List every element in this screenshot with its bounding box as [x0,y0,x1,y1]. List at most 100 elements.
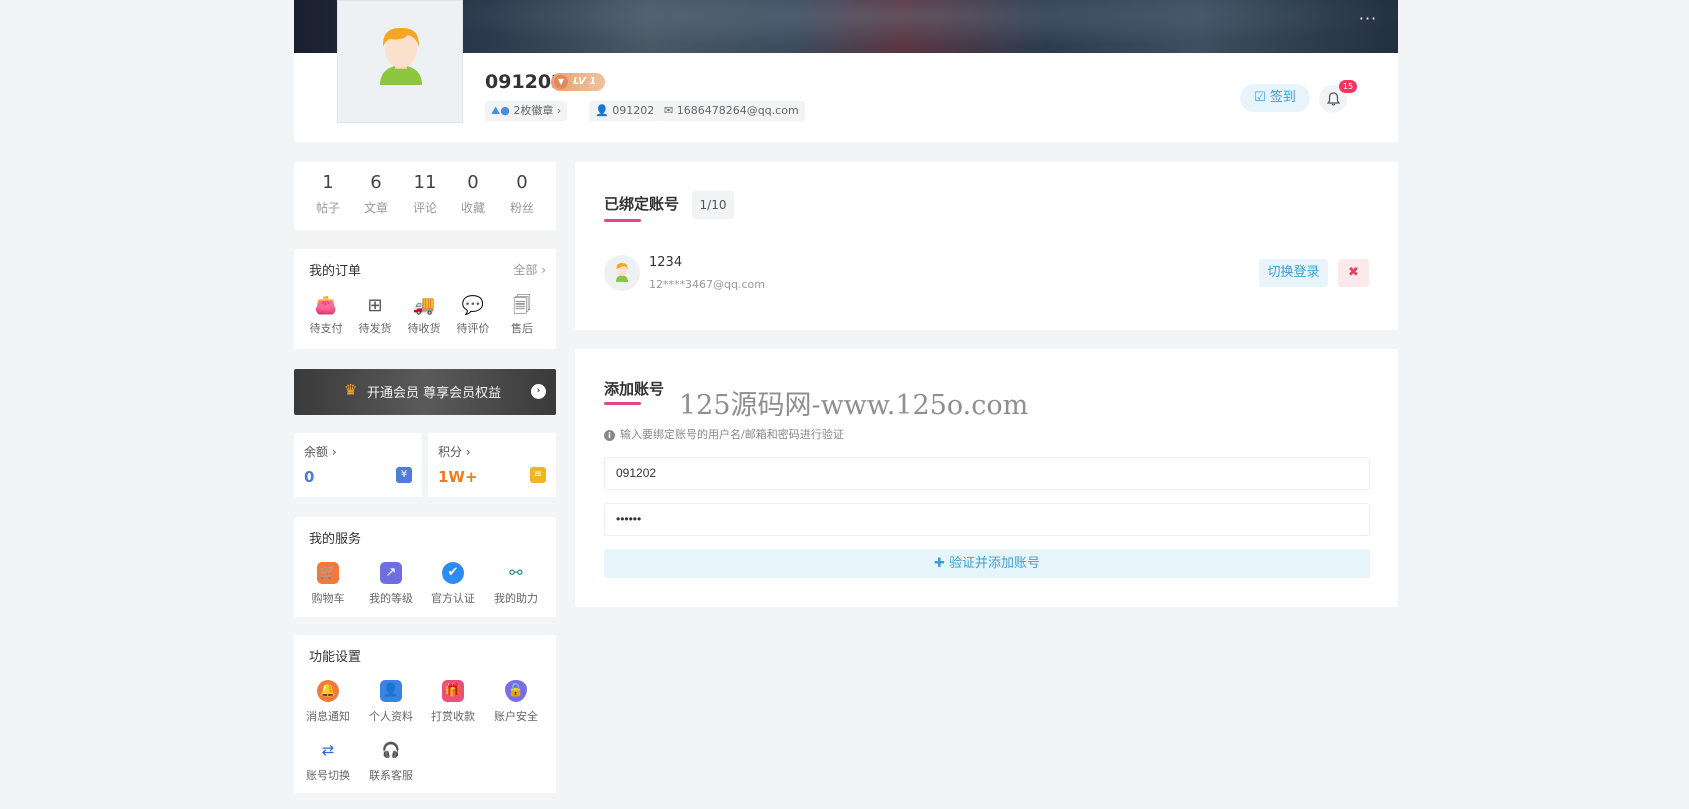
chevron-right-icon: › [556,104,562,117]
stat-value: 11 [413,172,437,193]
orders-card: 我的订单 全部 › 👛 待支付 ⊞ 待发货 🚚 待收货 💬 待评价 🗐 售后 [294,249,556,349]
setting-switch-account[interactable]: ⇄ 账号切换 [298,739,358,783]
service-label: 我的助力 [494,592,538,605]
user-id-chip: 👤 091202 [589,101,661,121]
shield-icon: 🔒 [505,680,527,702]
avatar-icon [616,263,628,282]
service-label: 我的等级 [369,592,413,605]
more-icon[interactable]: ··· [1357,11,1379,32]
order-after-sales[interactable]: 🗐 售后 [498,295,546,336]
balance-value: 0 [304,468,315,486]
points-value: 1W+ [438,468,478,486]
orders-all-link[interactable]: 全部 › [513,261,546,278]
vip-banner[interactable]: ♛ 开通会员 尊享会员权益 › [294,369,556,415]
account-avatar [604,255,640,291]
verify-add-account-label: 验证并添加账号 [949,556,1041,571]
services-card: 我的服务 🛒 购物车 ↗ 我的等级 ✔ 官方认证 ⚯ 我的助力 [294,517,556,617]
setting-label: 账号切换 [306,769,350,782]
setting-reward[interactable]: 🎁 打赏收款 [423,680,483,724]
balance-label: 余额 [304,445,329,459]
verify-add-account-button[interactable]: ✚ 验证并添加账号 [604,549,1370,578]
order-label: 待收货 [407,322,441,335]
bound-accounts-title: 已绑定账号 [604,195,680,213]
bound-accounts-card: 已绑定账号 1/10 1234 12****3467@qq.com 切换登录 ✖ [575,162,1398,330]
service-label: 官方认证 [431,592,475,605]
order-label: 售后 [511,322,533,335]
comment-icon: 💬 [461,295,485,316]
add-account-title: 添加账号 [604,380,665,398]
vip-label: 开通会员 尊享会员权益 [367,386,502,401]
signin-label: 签到 [1269,90,1296,105]
username-input[interactable]: 091202 [604,457,1370,490]
stat-value: 1 [322,172,334,193]
hint-text: 输入要绑定账号的用户名/邮箱和密码进行验证 [620,428,844,441]
setting-notifications[interactable]: 🔔 消息通知 [298,680,358,724]
points-card[interactable]: 积分 › 1W+ ≡ [428,433,556,497]
settings-title: 功能设置 [309,650,362,665]
refund-icon: 🗐 [513,295,531,316]
balance-card[interactable]: 余额 › 0 ¥ [294,433,422,497]
coins-icon: ≡ [530,467,546,483]
badge-icon: ⛰● [491,104,510,117]
close-icon: ✖ [1348,265,1359,280]
setting-label: 账户安全 [494,710,538,723]
stat-label: 粉丝 [509,201,534,215]
order-label: 待评价 [456,322,490,335]
stat-value: 0 [467,172,479,193]
stat-followers[interactable]: 0 粉丝 [502,172,542,216]
crown-icon: ♛ [344,381,358,399]
setting-label: 消息通知 [306,710,350,723]
stat-value: 6 [370,172,382,193]
order-pending-payment[interactable]: 👛 待支付 [302,295,350,336]
service-boost[interactable]: ⚯ 我的助力 [486,562,546,606]
add-account-hint: i 输入要绑定账号的用户名/邮箱和密码进行验证 [604,426,844,442]
share-icon: ⚯ [509,563,523,582]
setting-label: 联系客服 [369,769,413,782]
setting-support[interactable]: 🎧 联系客服 [361,739,421,783]
order-pending-receipt[interactable]: 🚚 待收货 [400,295,448,336]
add-account-card: 添加账号 125源码网-www.125o.com i 输入要绑定账号的用户名/邮箱… [575,349,1398,607]
order-pending-review[interactable]: 💬 待评价 [449,295,497,336]
setting-security[interactable]: 🔒 账户安全 [486,680,546,724]
headset-icon: 🎧 [381,741,401,759]
badges-chip[interactable]: ⛰● 2枚徽章 › [485,101,568,121]
order-label: 待支付 [309,322,343,335]
remove-account-button[interactable]: ✖ [1338,259,1369,287]
level-label: LV 1 [573,76,597,87]
bound-count: 1/10 [692,191,734,219]
chevron-right-icon: › [465,445,471,459]
chart-icon: ↗ [380,562,402,584]
badges-label: 2枚徽章 [513,104,554,117]
stat-articles[interactable]: 6 文章 [356,172,396,216]
signin-button[interactable]: ☑ 签到 [1240,84,1310,112]
account-email: 12****3467@qq.com [649,278,765,291]
calendar-check-icon: ☑ [1254,90,1266,105]
truck-icon: 🚚 [412,295,436,316]
gift-icon: 🎁 [442,680,464,702]
plus-icon: ✚ [933,556,945,571]
diamond-icon: ▼ [554,75,568,89]
user-email: 1686478264@qq.com [676,104,799,117]
service-cart[interactable]: 🛒 购物车 [298,562,358,606]
notification-count-badge: 15 [1339,80,1357,93]
user-icon: 👤 [595,104,609,117]
service-label: 购物车 [311,592,345,605]
bell-icon: 🔔 [317,680,339,702]
title-underline [604,402,641,405]
order-pending-shipment[interactable]: ⊞ 待发货 [351,295,399,336]
service-verification[interactable]: ✔ 官方认证 [423,562,483,606]
password-input[interactable]: •••••• [604,503,1370,536]
stat-label: 评论 [412,201,437,215]
setting-profile[interactable]: 👤 个人资料 [361,680,421,724]
orders-title: 我的订单 [309,264,362,279]
email-chip: ✉ 1686478264@qq.com [658,101,805,121]
setting-label: 个人资料 [369,710,413,723]
switch-login-button[interactable]: 切换登录 [1259,259,1328,287]
stat-favorites[interactable]: 0 收藏 [453,172,493,216]
stat-comments[interactable]: 11 评论 [405,172,445,216]
service-level[interactable]: ↗ 我的等级 [361,562,421,606]
avatar[interactable] [337,0,463,123]
mail-icon: ✉ [664,104,674,117]
stat-posts[interactable]: 1 帖子 [308,172,348,216]
level-badge: ▼ LV 1 [551,73,605,91]
